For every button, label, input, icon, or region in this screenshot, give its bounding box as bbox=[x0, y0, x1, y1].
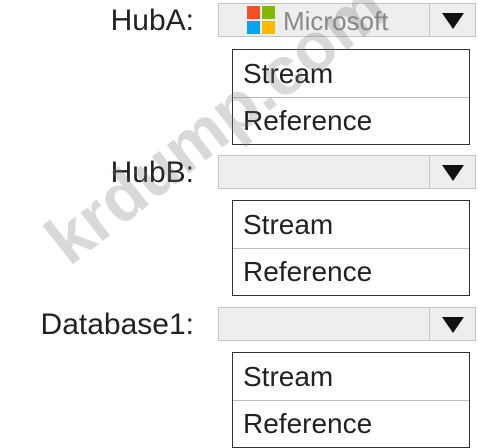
triangle-down-icon bbox=[442, 317, 464, 333]
huba-option-stream[interactable]: Stream bbox=[233, 50, 469, 97]
database1-options-list: Stream Reference bbox=[232, 352, 470, 448]
database1-option-stream[interactable]: Stream bbox=[233, 353, 469, 400]
database1-dropdown-button[interactable] bbox=[429, 308, 475, 340]
hubb-option-reference[interactable]: Reference bbox=[233, 248, 469, 295]
microsoft-logo-icon bbox=[247, 6, 275, 34]
hubb-options-list: Stream Reference bbox=[232, 200, 470, 296]
hubb-option-stream[interactable]: Stream bbox=[233, 201, 469, 248]
database1-label: Database1: bbox=[40, 308, 194, 341]
huba-option-reference[interactable]: Reference bbox=[233, 97, 469, 144]
database1-select[interactable] bbox=[218, 307, 476, 341]
huba-select[interactable]: Microsoft bbox=[218, 3, 476, 37]
huba-selected-value: Microsoft bbox=[283, 6, 389, 36]
hubb-dropdown-button[interactable] bbox=[429, 156, 475, 188]
huba-dropdown-button[interactable] bbox=[429, 4, 475, 36]
database1-option-reference[interactable]: Reference bbox=[233, 400, 469, 447]
triangle-down-icon bbox=[442, 13, 464, 29]
huba-label: HubA: bbox=[110, 4, 194, 37]
triangle-down-icon bbox=[442, 165, 464, 181]
huba-options-list: Stream Reference bbox=[232, 49, 470, 145]
hubb-label: HubB: bbox=[110, 156, 194, 189]
hubb-select[interactable] bbox=[218, 155, 476, 189]
